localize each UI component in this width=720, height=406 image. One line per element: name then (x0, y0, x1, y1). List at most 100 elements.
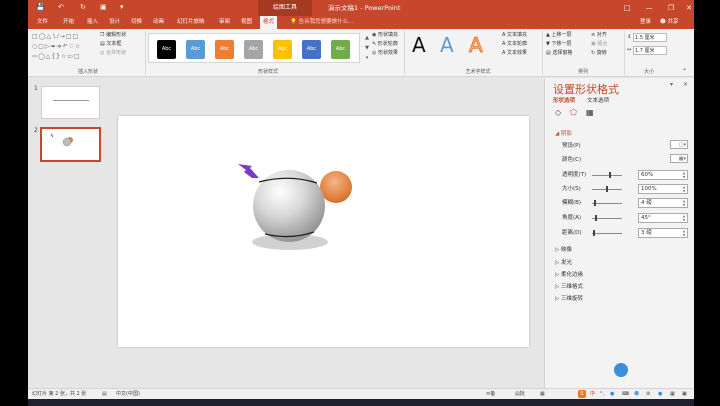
tab-file[interactable]: 文件 (34, 16, 51, 29)
tab-design[interactable]: 设计 (106, 16, 123, 29)
wordart-style-blue[interactable]: A (440, 33, 454, 57)
send-backward-button[interactable]: ▼ 下移一层 (546, 40, 571, 49)
shape-style-gold[interactable]: Abc (273, 40, 292, 59)
tab-slideshow[interactable]: 幻灯片放映 (174, 16, 208, 29)
pane-options-icon[interactable]: ▾ (670, 81, 673, 88)
text-effects-button[interactable]: A 文本效果 (502, 49, 527, 58)
ime-s-icon[interactable]: S (578, 390, 586, 398)
collapse-ribbon-icon[interactable]: ⌃ (682, 67, 687, 76)
clothes-icon[interactable]: ⊛ (646, 389, 650, 399)
selection-pane-button[interactable]: ▤ 选择窗格 (546, 49, 572, 58)
user-tray-icon[interactable]: ☻ (634, 389, 639, 399)
size-slider-thumb[interactable] (606, 186, 608, 192)
tab-text-options[interactable]: 文本选项 (587, 96, 609, 104)
tab-view[interactable]: 视图 (238, 16, 255, 29)
distance-slider-thumb[interactable] (592, 230, 595, 236)
gray-ball-shape[interactable] (252, 170, 328, 250)
microphone-icon[interactable]: ● (610, 389, 614, 399)
blur-input[interactable]: 4 磅 ▲ ▼ (638, 198, 688, 208)
grid-icon[interactable]: ▦ (670, 389, 675, 399)
lightning-bolt-icon[interactable] (238, 164, 259, 178)
floating-assistant-icon[interactable] (614, 363, 628, 377)
keyboard-icon[interactable]: ⌨ (622, 389, 629, 399)
tab-home[interactable]: 开始 (60, 16, 77, 29)
shape-height-input[interactable]: 1.5 厘米 (633, 33, 667, 42)
shape-fill-button[interactable]: ◉ 形状填充 (372, 31, 398, 40)
3d-rotation-section-header[interactable]: ▷ 三维旋转 (555, 295, 583, 303)
glow-section-header[interactable]: ▷ 发光 (555, 259, 572, 267)
shape-width-input[interactable]: 1.7 厘米 (633, 46, 667, 55)
tab-review[interactable]: 审阅 (216, 16, 233, 29)
ime-punctuation-icon[interactable]: °, (600, 389, 604, 399)
shape-style-green[interactable]: Abc (331, 40, 350, 59)
angle-slider-thumb[interactable] (594, 215, 597, 221)
spin-arrows-icon[interactable]: ▲ ▼ (681, 229, 687, 237)
reflection-section-header[interactable]: ▷ 映像 (555, 246, 572, 254)
group-button[interactable]: ▣ 组合 (591, 40, 607, 49)
shape-style-gray[interactable]: Abc (244, 40, 263, 59)
slide-canvas[interactable] (118, 116, 529, 347)
customize-quick-access-icon[interactable]: ▾ (120, 3, 124, 12)
text-outline-button[interactable]: A 文本轮廓 (502, 40, 527, 49)
shape-outline-button[interactable]: ✎ 形状轮廓 (372, 40, 398, 49)
comments-button[interactable]: ▤ 批注 (515, 389, 525, 406)
slide-thumbnail-1[interactable] (41, 86, 100, 119)
ime-language-icon[interactable]: 中 (590, 389, 595, 399)
tab-insert[interactable]: 插入 (84, 16, 101, 29)
tab-format[interactable]: 格式 (260, 16, 278, 29)
notes-button[interactable]: ≡ 备注 (486, 389, 495, 406)
soft-edges-section-header[interactable]: ▷ 柔化边缘 (555, 271, 583, 279)
share-button[interactable]: ☻ 共享 (660, 16, 679, 29)
distance-input[interactable]: 3 磅 ▲ ▼ (638, 228, 688, 238)
spin-arrows-icon[interactable]: ▲ ▼ (681, 185, 687, 193)
angle-input[interactable]: 45° ▲ ▼ (638, 213, 688, 223)
orange-ball[interactable] (320, 171, 352, 203)
effects-icon[interactable]: ⬠ (570, 109, 577, 117)
ribbon-display-options-icon[interactable]: □ (616, 0, 638, 16)
pane-close-icon[interactable]: ✕ (683, 81, 688, 88)
preset-dropdown[interactable]: □▾ (670, 140, 688, 149)
text-box-button[interactable]: ▤ 文本框 (100, 40, 121, 49)
save-icon[interactable]: 💾 (36, 3, 45, 12)
redo-icon[interactable]: ↻ (80, 3, 86, 12)
spin-arrows-icon[interactable]: ▲ ▼ (681, 171, 687, 179)
tell-me-search[interactable]: 💡 告诉我您想要做什么... (290, 16, 353, 29)
blur-slider[interactable] (592, 203, 622, 204)
gallery-scroll[interactable]: ▲ ▼ ▾ (364, 33, 370, 63)
spin-arrows-icon[interactable]: ▲ ▼ (681, 199, 687, 207)
sign-in-link[interactable]: 登录 (640, 16, 651, 29)
tray-app-icon[interactable]: ● (658, 389, 662, 399)
shape-style-black[interactable]: Abc (157, 40, 176, 59)
shape-style-orange[interactable]: Abc (215, 40, 234, 59)
normal-view-icon[interactable]: ▦ (540, 389, 545, 399)
blur-slider-thumb[interactable] (594, 200, 596, 206)
tab-transitions[interactable]: 切换 (128, 16, 145, 29)
fit-slide-icon[interactable]: ▣ (682, 389, 687, 399)
text-fill-button[interactable]: A 文本填充 (502, 31, 527, 40)
shadow-color-dropdown[interactable]: ▩▾ (670, 154, 688, 163)
spin-arrows-icon[interactable]: ▲ ▼ (681, 214, 687, 222)
tab-animations[interactable]: 动画 (150, 16, 167, 29)
shadow-section-header[interactable]: ◢ 阴影 (555, 130, 572, 138)
distance-slider[interactable] (592, 233, 622, 234)
slide-thumbnail-2[interactable] (40, 127, 101, 162)
size-properties-icon[interactable]: ▦ (586, 109, 594, 117)
shape-style-dark-blue[interactable]: Abc (302, 40, 321, 59)
fill-line-icon[interactable]: ◇ (555, 109, 561, 117)
shape-style-blue[interactable]: Abc (186, 40, 205, 59)
transparency-slider-thumb[interactable] (609, 172, 611, 178)
shapes-gallery[interactable]: □◯△∖∕→□□ ○▢▷➠➔↶♡☆ ⇨◯△{}☆▭□ (32, 32, 98, 62)
tab-shape-options[interactable]: 形状选项 (553, 96, 575, 104)
merge-shapes-button[interactable]: ◎ 合并形状 (100, 49, 126, 58)
wordart-style-orange[interactable]: A (469, 33, 484, 58)
size-input[interactable]: 100% ▲ ▼ (638, 184, 688, 194)
rotate-button[interactable]: ↻ 旋转 (591, 49, 607, 58)
bring-forward-button[interactable]: ▲ 上移一层 (546, 31, 571, 40)
close-button[interactable]: ✕ (678, 0, 694, 16)
undo-icon[interactable]: ↶ (58, 3, 64, 12)
start-from-beginning-icon[interactable]: ▣ (100, 3, 107, 12)
edit-shape-button[interactable]: ❒ 编辑形状 (100, 31, 126, 40)
transparency-slider[interactable] (592, 175, 622, 176)
shape-effects-button[interactable]: ◎ 形状效果 (372, 49, 398, 58)
spell-check-icon[interactable]: ▤ (102, 389, 107, 399)
